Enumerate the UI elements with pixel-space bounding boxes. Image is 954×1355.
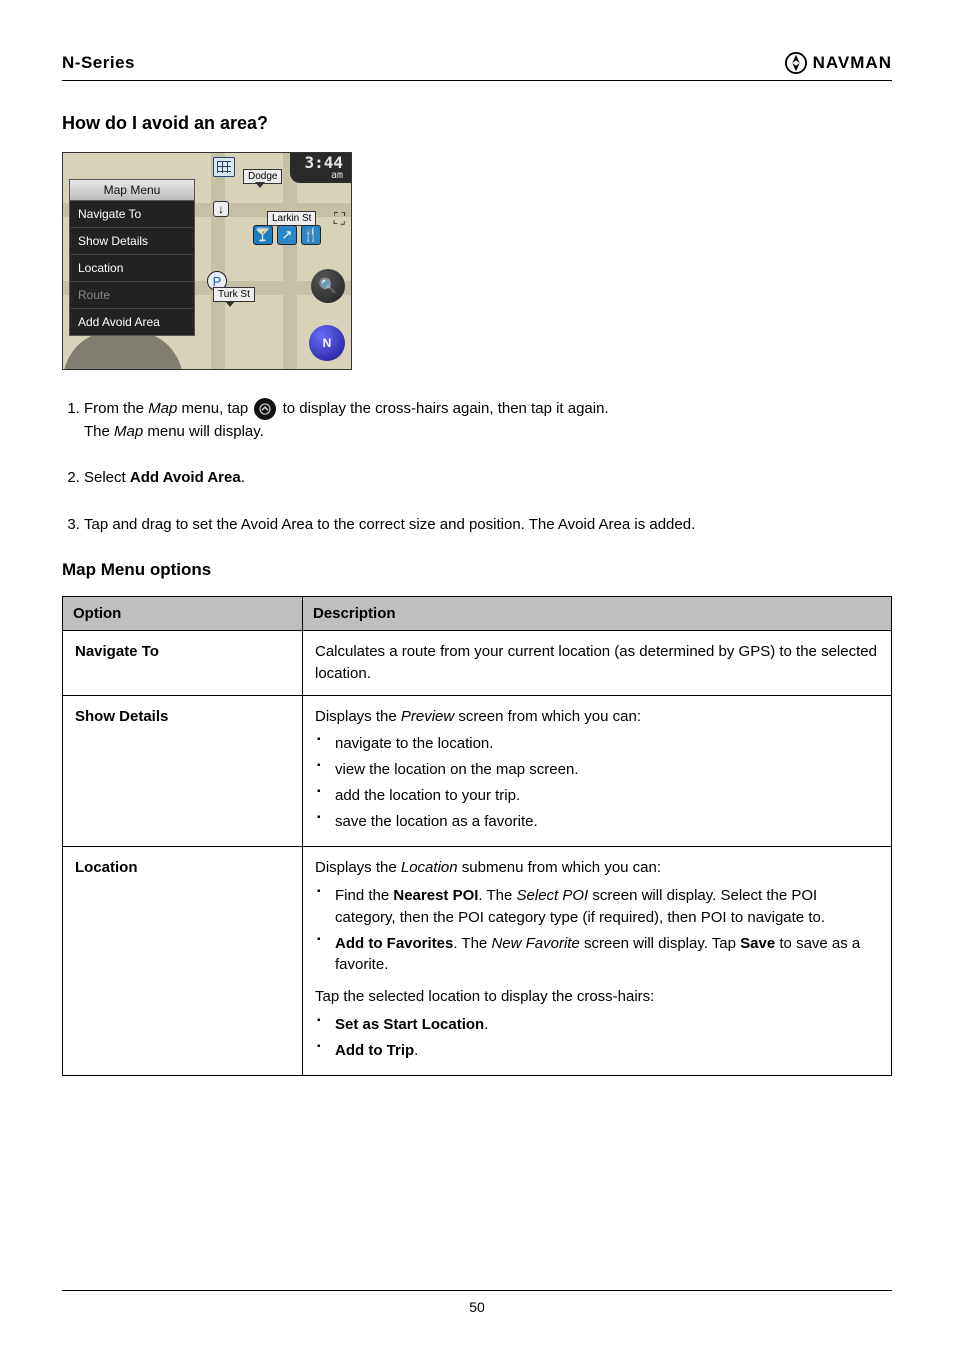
clock-ampm: am — [304, 171, 343, 181]
poi-restaurant-icon: 🍴 — [301, 225, 321, 245]
map-menu-header: Map Menu — [70, 180, 194, 201]
instruction-list: From the Map menu, tap to display the cr… — [62, 398, 892, 536]
map-screenshot: 3:44 am Dodge ↓ Larkin St 🍸 ↗ 🍴 ⛶ P Turk… — [62, 152, 352, 370]
list-item: view the location on the map screen. — [315, 759, 879, 781]
map-menu: Map Menu Navigate To Show Details Locati… — [69, 179, 195, 336]
menu-item-location[interactable]: Location — [70, 255, 194, 282]
subsection-title: Map Menu options — [62, 560, 892, 580]
list-item: save the location as a favorite. — [315, 811, 879, 833]
compass-icon: N — [309, 325, 345, 361]
table-row: Navigate To Calculates a route from your… — [63, 631, 892, 696]
list-item: Find the Nearest POI. The Select POI scr… — [315, 885, 879, 929]
section-title: How do I avoid an area? — [62, 113, 892, 134]
brand-text: NAVMAN — [813, 53, 892, 73]
menu-item-add-avoid-area[interactable]: Add Avoid Area — [70, 309, 194, 335]
list-item: navigate to the location. — [315, 733, 879, 755]
th-option: Option — [63, 597, 303, 631]
menu-item-navigate-to[interactable]: Navigate To — [70, 201, 194, 228]
map-clock: 3:44 am — [290, 153, 351, 183]
zoom-icon: 🔍 — [311, 269, 345, 303]
navman-icon — [785, 52, 807, 74]
clock-time: 3:44 — [304, 155, 343, 171]
page-number: 50 — [469, 1299, 485, 1315]
instruction-step-3: Tap and drag to set the Avoid Area to th… — [84, 514, 892, 537]
map-label-turk: Turk St — [213, 287, 255, 302]
series-label: N-Series — [62, 53, 135, 73]
page-header: N-Series NAVMAN — [62, 52, 892, 81]
list-item: Add to Favorites. The New Favorite scree… — [315, 933, 879, 977]
poi-drink-icon: 🍸 — [253, 225, 273, 245]
opt-show-details-desc: Displays the Preview screen from which y… — [303, 695, 892, 847]
expand-icon: ⛶ — [334, 211, 345, 229]
th-description: Description — [303, 597, 892, 631]
list-item: Add to Trip. — [315, 1040, 879, 1062]
down-arrow-icon: ↓ — [213, 201, 229, 217]
instruction-step-2: Select Add Avoid Area. — [84, 467, 892, 490]
menu-item-show-details[interactable]: Show Details — [70, 228, 194, 255]
grid-icon — [213, 157, 235, 177]
list-item: add the location to your trip. — [315, 785, 879, 807]
up-chevron-icon — [254, 398, 276, 420]
menu-item-route: Route — [70, 282, 194, 309]
page-footer: 50 — [62, 1290, 892, 1315]
opt-location-desc: Displays the Location submenu from which… — [303, 847, 892, 1076]
table-row: Show Details Displays the Preview screen… — [63, 695, 892, 847]
map-label-larkin: Larkin St — [267, 211, 316, 226]
list-item: Set as Start Location. — [315, 1014, 879, 1036]
brand-logo: NAVMAN — [785, 52, 892, 74]
poi-arrow-icon: ↗ — [277, 225, 297, 245]
opt-navigate-to-desc: Calculates a route from your current loc… — [303, 631, 892, 696]
opt-navigate-to: Navigate To — [63, 631, 303, 696]
table-row: Location Displays the Location submenu f… — [63, 847, 892, 1076]
opt-location: Location — [63, 847, 303, 1076]
opt-show-details: Show Details — [63, 695, 303, 847]
instruction-step-1: From the Map menu, tap to display the cr… — [84, 398, 892, 443]
options-table: Option Description Navigate To Calculate… — [62, 596, 892, 1076]
